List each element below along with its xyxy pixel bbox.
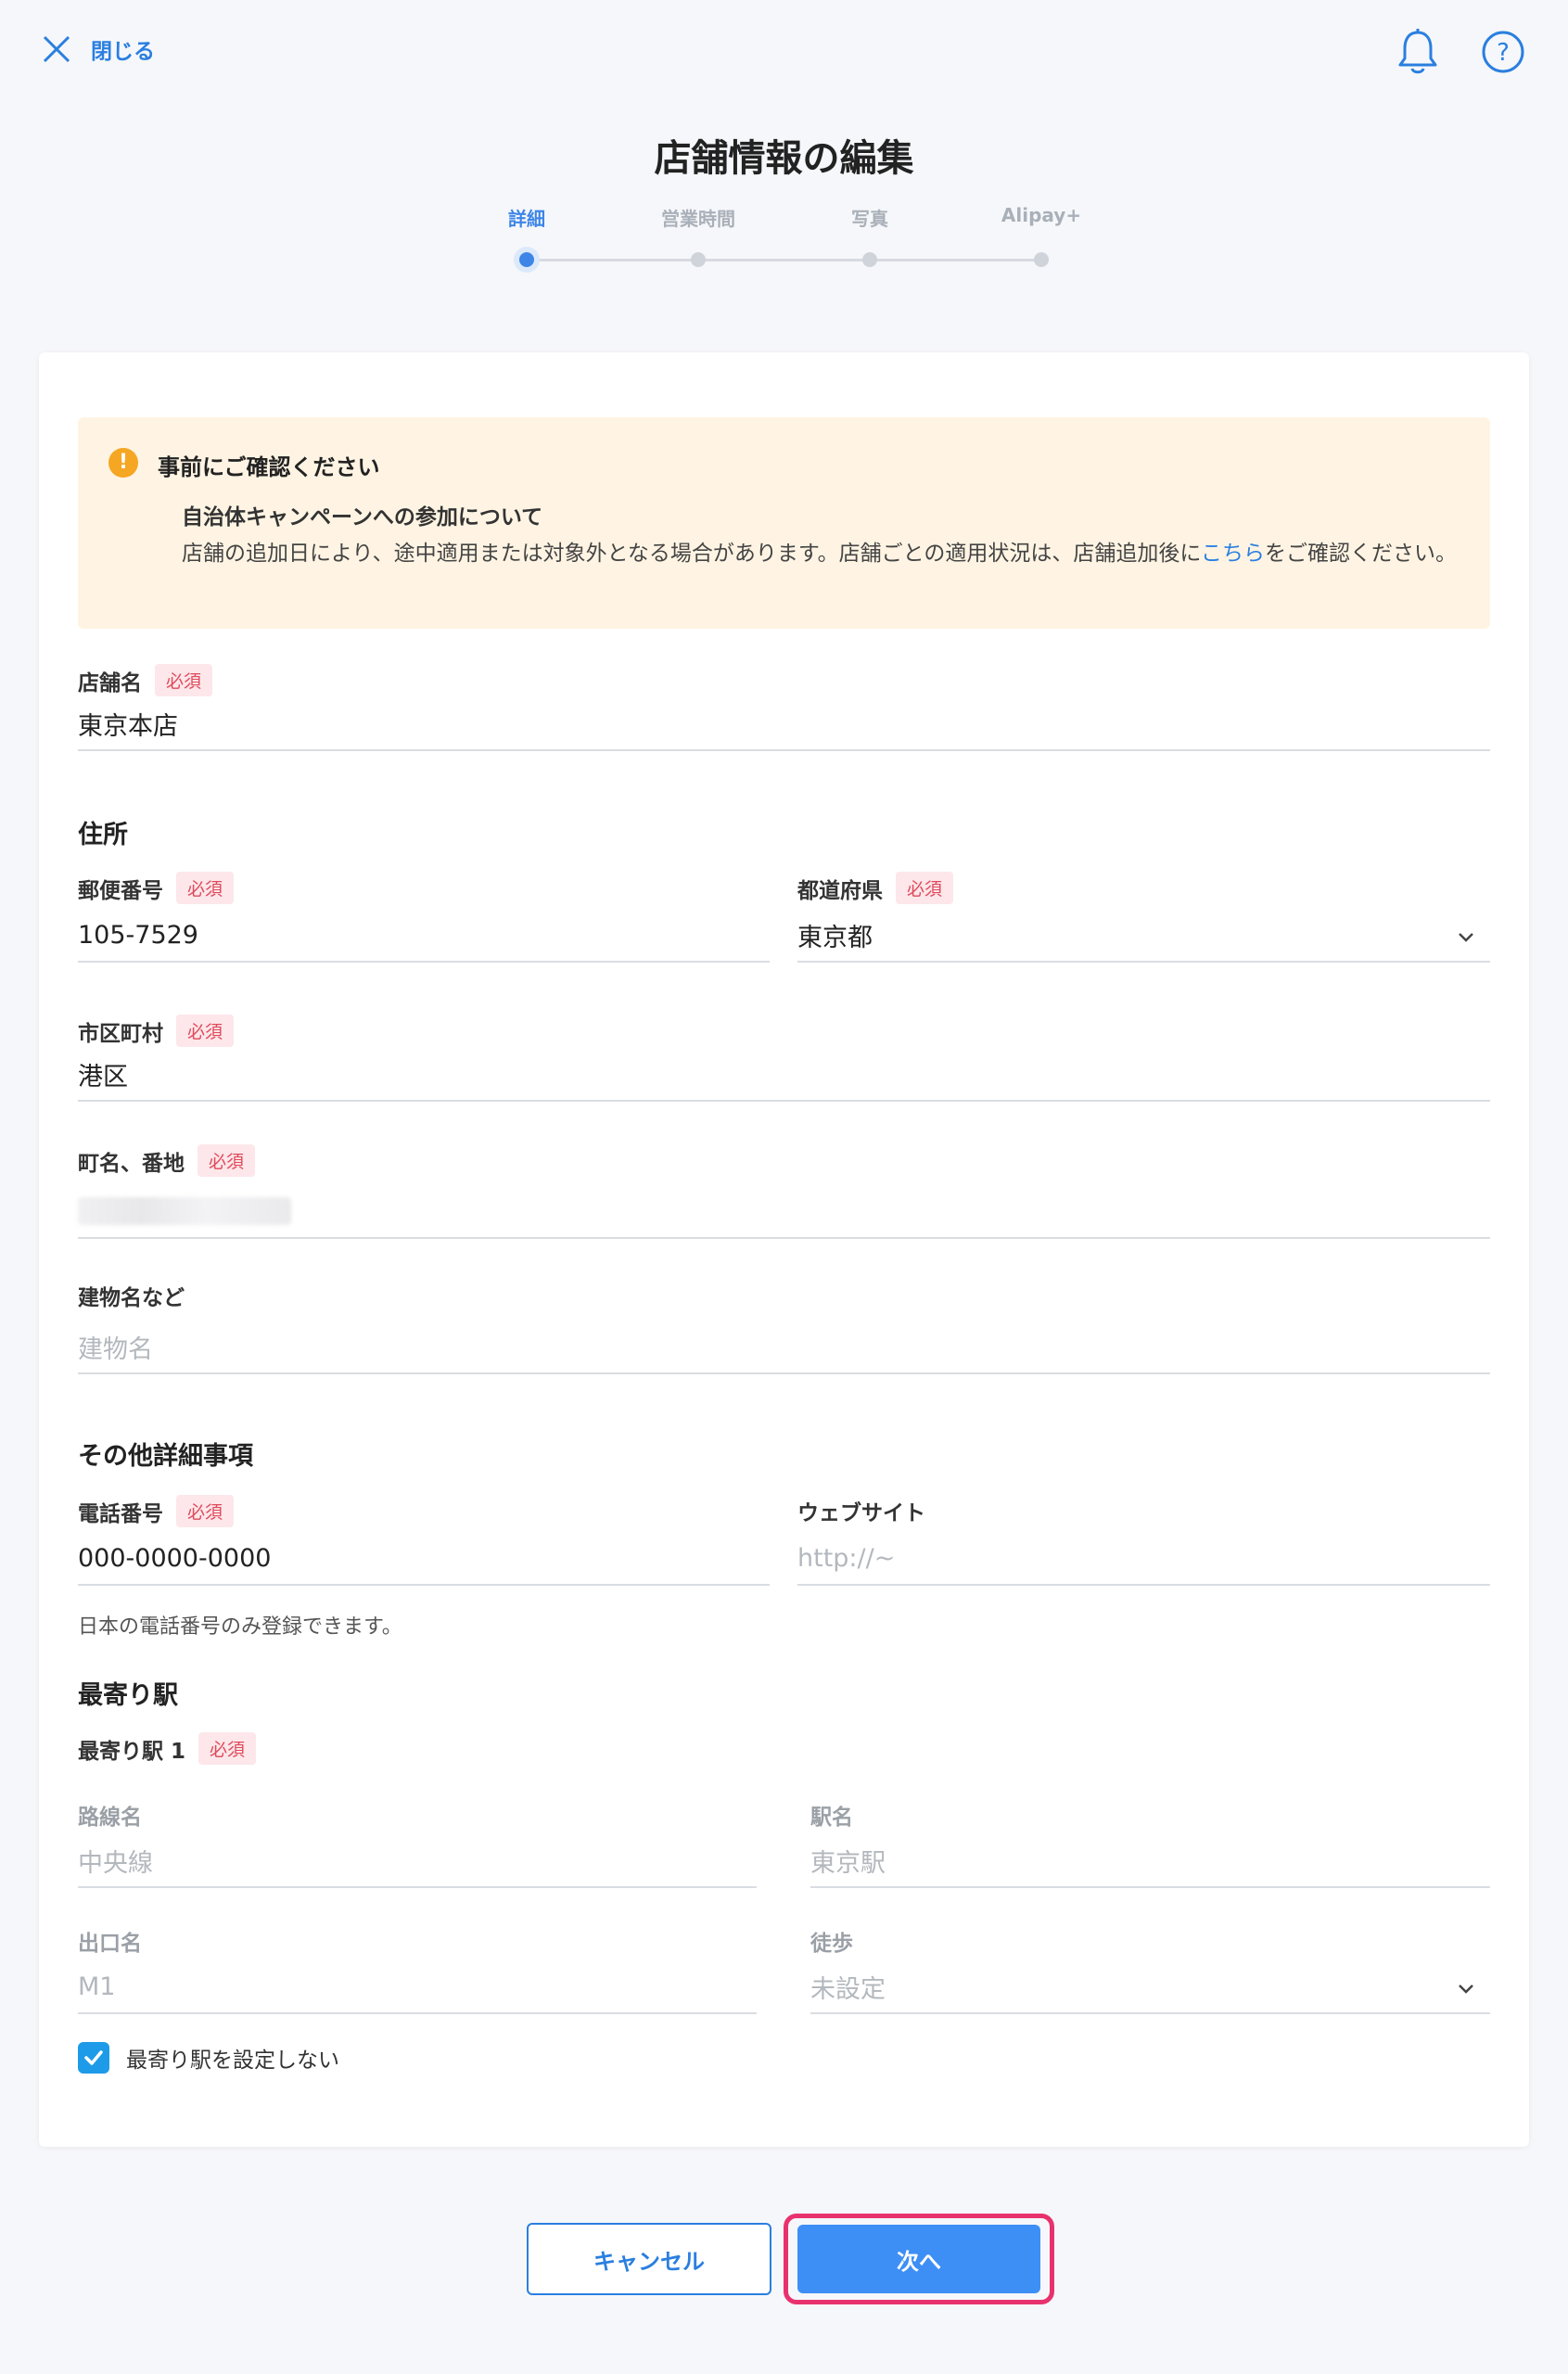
label-text: 徒歩 [810, 1932, 853, 1956]
building-label: 建物名など [78, 1280, 185, 1311]
notice-body: 店舗の追加日により、途中適用または対象外となる場合があります。店舗ごとの適用状況… [182, 536, 1471, 571]
label-text: 最寄り駅 1 [78, 1739, 186, 1764]
other-section-title: その他詳細事項 [78, 1442, 253, 1471]
street-input[interactable] [78, 1191, 1490, 1239]
exit-name-label: 出口名 [78, 1925, 142, 1957]
exit-name-input[interactable]: M1 [78, 1966, 757, 2014]
phone-help-text: 日本の電話番号のみ登録できます。 [78, 1615, 402, 1639]
walk-label: 徒歩 [810, 1925, 853, 1957]
close-icon [43, 35, 70, 63]
required-badge: 必須 [896, 872, 954, 904]
label-text: 都道府県 [797, 878, 883, 903]
postal-code-label: 郵便番号 必須 [78, 872, 235, 904]
svg-text:?: ? [1497, 39, 1510, 67]
page-title: 店舗情報の編集 [654, 137, 914, 180]
walk-value: 未設定 [810, 1974, 886, 2004]
label-text: 出口名 [78, 1932, 142, 1956]
label-text: 市区町村 [78, 1021, 163, 1046]
notice-box: ! 事前にご確認ください 自治体キャンペーンへの参加について 店舗の追加日により… [78, 417, 1490, 629]
step-label: 詳細 [508, 208, 545, 230]
required-badge: 必須 [176, 1495, 235, 1527]
label-text: 路線名 [78, 1806, 142, 1830]
address-section-title: 住所 [78, 821, 128, 849]
close-label: 閉じる [91, 40, 155, 64]
bell-icon[interactable] [1396, 28, 1440, 76]
step-photos[interactable]: 写真 [805, 204, 935, 267]
step-dot [1034, 252, 1049, 267]
notice-title: 事前にご確認ください [158, 454, 380, 480]
step-details[interactable]: 詳細 [462, 204, 592, 273]
prefecture-select[interactable]: 東京都 [797, 914, 1490, 963]
stepper-line [527, 259, 1041, 262]
line-name-label: 路線名 [78, 1799, 142, 1831]
step-label: 写真 [851, 208, 888, 230]
line-name-input[interactable]: 中央線 [78, 1840, 757, 1888]
station-section-title: 最寄り駅 [78, 1681, 178, 1710]
station-name-label: 駅名 [810, 1799, 853, 1831]
store-name-label: 店舗名 必須 [78, 664, 213, 696]
street-label: 町名、番地 必須 [78, 1144, 256, 1177]
top-bar: 閉じる ? [0, 0, 1568, 102]
prefecture-label: 都道府県 必須 [797, 872, 954, 904]
label-text: 建物名など [78, 1286, 185, 1310]
stepper: 詳細 営業時間 写真 Alipay+ [482, 204, 1085, 278]
check-icon [84, 2050, 103, 2065]
notice-body-text-end: をご確認ください。 [1264, 542, 1457, 566]
step-label: 営業時間 [661, 208, 735, 230]
phone-label: 電話番号 必須 [78, 1495, 235, 1527]
step-dot [862, 252, 877, 267]
website-input[interactable]: http://~ [797, 1538, 1490, 1586]
building-input[interactable]: 建物名 [78, 1326, 1490, 1374]
station1-label: 最寄り駅 1 必須 [78, 1732, 257, 1765]
no-station-label: 最寄り駅を設定しない [126, 2049, 339, 2073]
step-label: Alipay+ [1001, 204, 1082, 226]
station-name-input[interactable]: 東京駅 [810, 1840, 1490, 1888]
close-button[interactable]: 閉じる [39, 32, 155, 67]
label-text: 郵便番号 [78, 878, 163, 903]
city-input[interactable]: 港区 [78, 1053, 1490, 1102]
step-dot [691, 252, 706, 267]
notice-link[interactable]: こちら [1201, 542, 1265, 566]
required-badge: 必須 [176, 872, 235, 904]
label-text: ウェブサイト [797, 1501, 925, 1525]
website-label: ウェブサイト [797, 1495, 925, 1526]
postal-code-input[interactable]: 105-7529 [78, 914, 770, 963]
required-badge: 必須 [155, 664, 213, 696]
walk-select[interactable]: 未設定 [810, 1966, 1490, 2014]
cancel-button[interactable]: キャンセル [527, 2223, 771, 2295]
store-name-input[interactable]: 東京本店 [78, 703, 1490, 751]
required-badge: 必須 [176, 1015, 235, 1047]
no-station-checkbox-row[interactable]: 最寄り駅を設定しない [78, 2042, 339, 2074]
required-badge: 必須 [198, 1732, 257, 1765]
step-alipay[interactable]: Alipay+ [976, 204, 1106, 267]
city-label: 市区町村 必須 [78, 1015, 235, 1047]
step-hours[interactable]: 営業時間 [633, 204, 763, 267]
label-text: 駅名 [810, 1806, 853, 1830]
phone-input[interactable]: 000-0000-0000 [78, 1538, 770, 1586]
prefecture-value: 東京都 [797, 923, 873, 952]
redacted-value [78, 1197, 291, 1225]
notice-subtitle: 自治体キャンペーンへの参加について [182, 505, 543, 530]
label-text: 電話番号 [78, 1501, 163, 1526]
chevron-down-icon [1459, 933, 1473, 942]
help-icon[interactable]: ? [1481, 30, 1525, 74]
notice-body-text: 店舗の追加日により、途中適用または対象外となる場合があります。店舗ごとの適用状況… [182, 542, 1201, 566]
chevron-down-icon [1459, 1985, 1473, 1994]
label-text: 店舗名 [78, 670, 142, 696]
no-station-checkbox[interactable] [78, 2042, 109, 2074]
next-button[interactable]: 次へ [797, 2225, 1040, 2293]
warning-icon: ! [108, 448, 138, 478]
step-dot [514, 247, 540, 273]
label-text: 町名、番地 [78, 1151, 185, 1176]
required-badge: 必須 [198, 1144, 256, 1177]
form-card: ! 事前にご確認ください 自治体キャンペーンへの参加について 店舗の追加日により… [39, 352, 1529, 2147]
